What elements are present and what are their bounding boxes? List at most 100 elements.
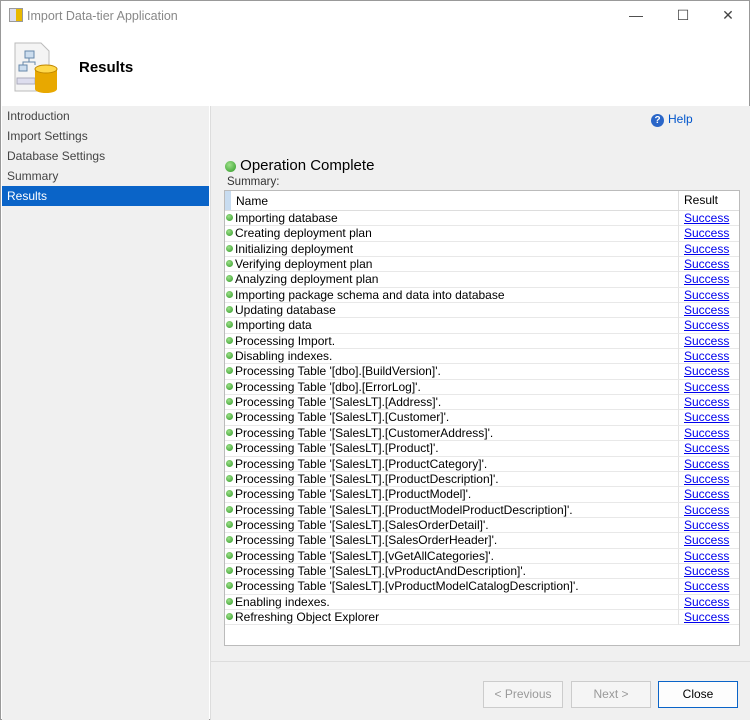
result-link[interactable]: Success <box>684 211 729 225</box>
step-name: Enabling indexes. <box>235 594 330 609</box>
table-row: Processing Table '[SalesLT].[vProductMod… <box>225 579 739 595</box>
result-link[interactable]: Success <box>684 318 729 332</box>
success-icon <box>226 290 233 298</box>
nav-item-database-settings[interactable]: Database Settings <box>2 146 209 166</box>
table-row: Processing Table '[SalesLT].[ProductCate… <box>225 456 739 472</box>
step-name: Processing Table '[SalesLT].[SalesOrderH… <box>235 533 498 548</box>
table-row: Enabling indexes. Success <box>225 594 739 610</box>
step-name: Processing Table '[SalesLT].[vProductAnd… <box>235 563 526 578</box>
table-row: Processing Import. Success <box>225 333 739 350</box>
close-window-button[interactable]: ✕ <box>713 5 743 25</box>
step-name: Processing Table '[dbo].[BuildVersion]'. <box>235 364 441 379</box>
data-tier-database-icon <box>14 42 58 93</box>
result-cell: Success <box>678 533 729 549</box>
minimize-button[interactable]: — <box>621 5 651 25</box>
result-link[interactable]: Success <box>684 564 729 578</box>
operation-status: Operation Complete <box>225 157 374 174</box>
result-cell: Success <box>678 579 729 595</box>
step-name: Processing Table '[SalesLT].[vGetAllCate… <box>235 548 494 563</box>
result-link[interactable]: Success <box>684 549 729 563</box>
table-row: Updating database Success <box>225 303 739 319</box>
result-cell: Success <box>678 456 729 472</box>
result-link[interactable]: Success <box>684 303 729 317</box>
success-icon <box>226 612 233 620</box>
result-link[interactable]: Success <box>684 610 729 624</box>
result-link[interactable]: Success <box>684 533 729 547</box>
success-icon <box>226 444 233 452</box>
result-link[interactable]: Success <box>684 472 729 486</box>
previous-button[interactable]: < Previous <box>483 681 563 708</box>
footer-divider <box>211 661 750 662</box>
result-link[interactable]: Success <box>684 579 729 593</box>
success-icon <box>226 321 233 329</box>
result-cell: Success <box>678 441 729 457</box>
result-link[interactable]: Success <box>684 334 729 348</box>
maximize-button[interactable]: ☐ <box>668 5 698 25</box>
result-link[interactable]: Success <box>684 426 729 440</box>
result-link[interactable]: Success <box>684 364 729 378</box>
success-icon <box>226 260 233 268</box>
result-link[interactable]: Success <box>684 272 729 286</box>
result-cell: Success <box>678 563 729 579</box>
main-panel: ? Help Operation Complete Summary: Name R… <box>210 106 750 720</box>
page-title: Results <box>79 59 134 76</box>
help-link[interactable]: ? Help <box>651 112 693 127</box>
success-icon <box>226 244 233 252</box>
result-cell: Success <box>678 410 729 426</box>
result-link[interactable]: Success <box>684 441 729 455</box>
result-link[interactable]: Success <box>684 257 729 271</box>
result-link[interactable]: Success <box>684 395 729 409</box>
result-link[interactable]: Success <box>684 410 729 424</box>
result-cell: Success <box>678 379 729 395</box>
column-header-result[interactable]: Result <box>678 191 718 211</box>
result-link[interactable]: Success <box>684 242 729 256</box>
dialog-window: Import Data-tier Application — ☐ ✕ Resul… <box>0 0 750 720</box>
step-name: Verifying deployment plan <box>235 257 373 272</box>
column-header-name[interactable]: Name <box>236 194 268 208</box>
result-cell: Success <box>678 241 729 257</box>
step-name: Processing Table '[SalesLT].[ProductMode… <box>235 487 472 502</box>
title-bar: Import Data-tier Application — ☐ ✕ <box>1 1 749 31</box>
nav-item-import-settings[interactable]: Import Settings <box>2 126 209 146</box>
success-icon <box>226 214 233 221</box>
result-link[interactable]: Success <box>684 349 729 363</box>
step-name: Importing data <box>235 318 312 333</box>
success-icon <box>226 275 233 283</box>
table-row: Processing Table '[SalesLT].[vProductAnd… <box>225 563 739 580</box>
result-cell: Success <box>678 272 729 288</box>
result-link[interactable]: Success <box>684 288 729 302</box>
nav-item-introduction[interactable]: Introduction <box>2 106 209 126</box>
table-header: Name Result <box>225 191 739 211</box>
step-name: Processing Table '[SalesLT].[CustomerAdd… <box>235 425 494 440</box>
nav-item-summary[interactable]: Summary <box>2 166 209 186</box>
step-name: Processing Table '[SalesLT].[vProductMod… <box>235 579 579 594</box>
result-cell: Success <box>678 487 729 503</box>
result-link[interactable]: Success <box>684 595 729 609</box>
nav-item-results[interactable]: Results <box>2 186 209 206</box>
step-name: Updating database <box>235 303 336 318</box>
app-icon <box>9 8 23 22</box>
success-icon <box>226 536 233 544</box>
table-row: Processing Table '[dbo].[ErrorLog]'. Succ… <box>225 379 739 396</box>
next-button[interactable]: Next > <box>571 681 651 708</box>
success-icon <box>226 336 233 344</box>
result-link[interactable]: Success <box>684 487 729 501</box>
close-button[interactable]: Close <box>658 681 738 708</box>
step-name: Processing Table '[SalesLT].[Product]'. <box>235 441 439 456</box>
result-link[interactable]: Success <box>684 457 729 471</box>
result-link[interactable]: Success <box>684 518 729 532</box>
step-name: Importing database <box>235 211 338 225</box>
result-cell: Success <box>678 303 729 319</box>
step-name: Processing Table '[SalesLT].[ProductDesc… <box>235 471 499 486</box>
success-icon <box>226 306 233 314</box>
success-icon <box>226 459 233 467</box>
result-link[interactable]: Success <box>684 503 729 517</box>
table-row: Processing Table '[SalesLT].[ProductDesc… <box>225 471 739 488</box>
table-row: Processing Table '[SalesLT].[ProductMode… <box>225 502 739 518</box>
result-link[interactable]: Success <box>684 226 729 240</box>
success-icon <box>226 229 233 237</box>
help-icon: ? <box>651 114 664 127</box>
result-link[interactable]: Success <box>684 380 729 394</box>
success-icon <box>226 367 233 375</box>
step-name: Processing Table '[SalesLT].[SalesOrderD… <box>235 517 489 532</box>
